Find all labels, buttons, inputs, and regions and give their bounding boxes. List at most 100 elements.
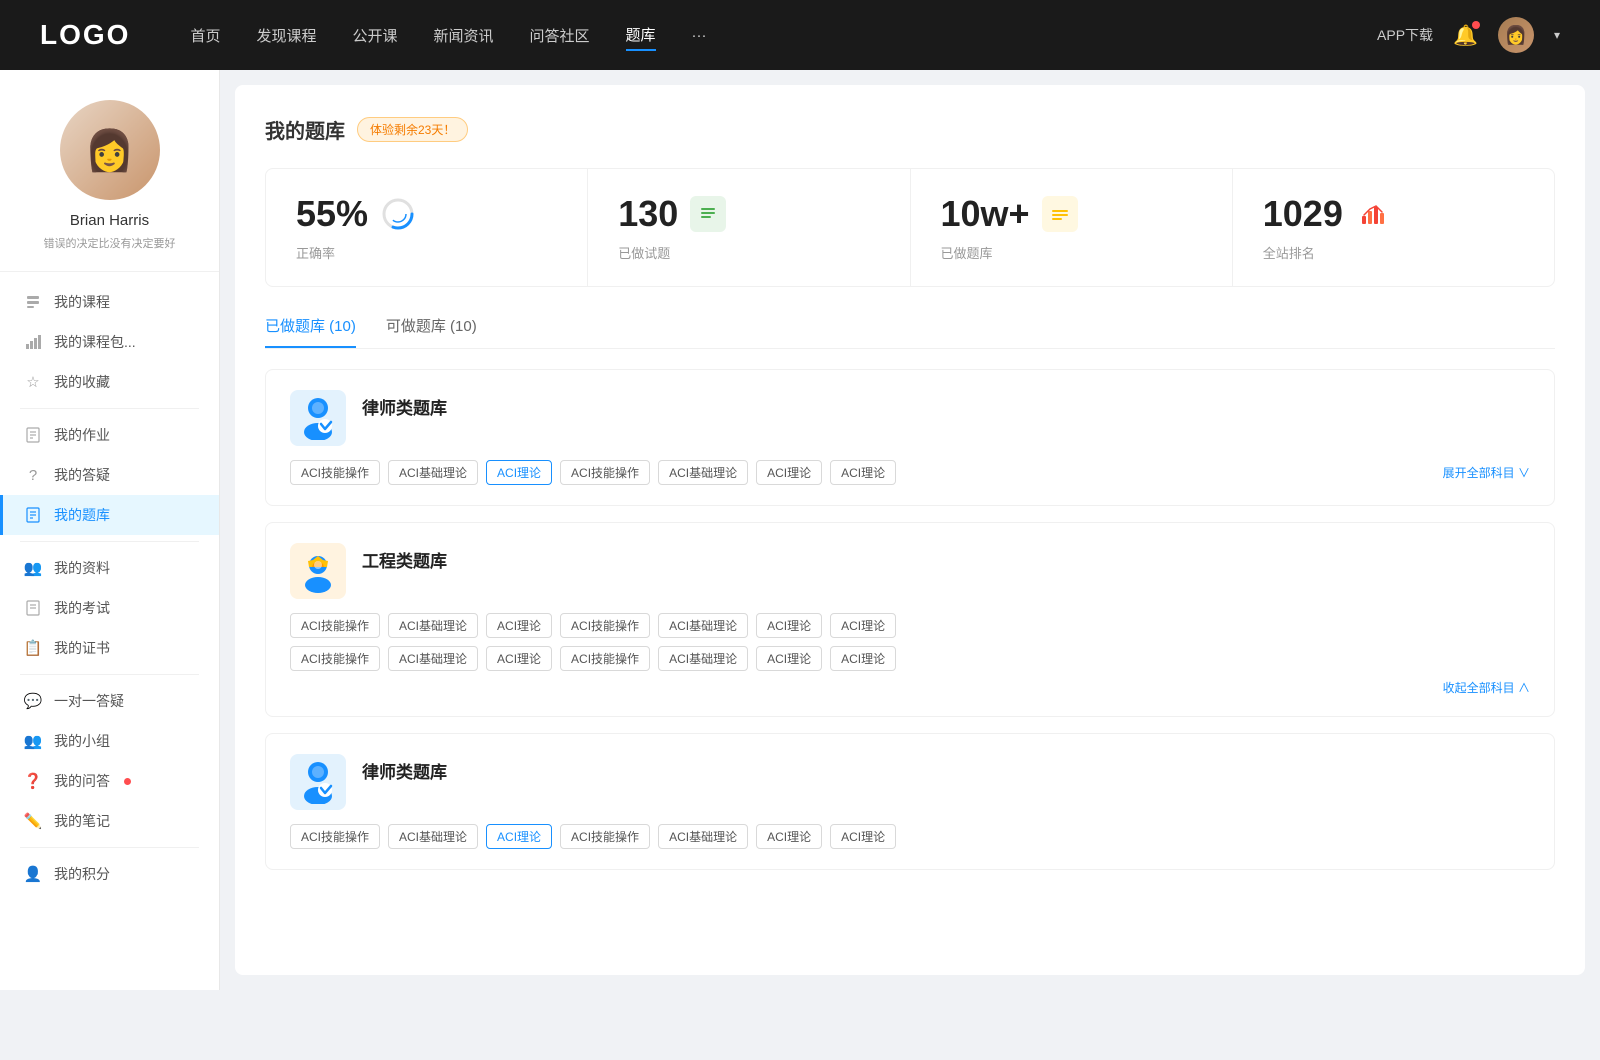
tag[interactable]: ACI理论 (830, 613, 896, 638)
nav-home[interactable]: 首页 (190, 21, 220, 50)
accuracy-chart-icon (380, 196, 416, 232)
qbank-title-1: 律师类题库 (362, 390, 447, 419)
profile-avatar: 👩 (60, 100, 160, 200)
nav-right: APP下载 🔔 👩 ▾ (1377, 17, 1560, 53)
tag[interactable]: ACI技能操作 (290, 613, 380, 638)
expand-link-1[interactable]: 展开全部科目 ∨ (1443, 464, 1530, 481)
sidebar-label-groups: 我的小组 (54, 731, 110, 751)
tag[interactable]: ACI理论 (756, 646, 822, 671)
sidebar-label-points: 我的积分 (54, 864, 110, 884)
sidebar-item-my-qa[interactable]: ❓ 我的问答 (0, 761, 219, 801)
nav-qa[interactable]: 问答社区 (530, 21, 590, 50)
tag[interactable]: ACI基础理论 (388, 613, 478, 638)
sidebar-label-exam: 我的考试 (54, 598, 110, 618)
sidebar-item-homework[interactable]: 我的作业 (0, 415, 219, 455)
profile-data-icon: 👥 (24, 559, 42, 577)
question-bank-icon (24, 506, 42, 524)
qbank-avatar-lawyer-1 (290, 390, 346, 446)
my-qa-icon: ❓ (24, 772, 42, 790)
stat-done-banks: 10w+ 已做题库 (911, 169, 1233, 286)
tag[interactable]: ACI理论 (830, 460, 896, 485)
points-icon: 👤 (24, 865, 42, 883)
sidebar-label-homework: 我的作业 (54, 425, 110, 445)
qbank-item-engineer: 工程类题库 ACI技能操作 ACI基础理论 ACI理论 ACI技能操作 ACI基… (265, 522, 1555, 717)
tag[interactable]: ACI基础理论 (658, 460, 748, 485)
main-content: 我的题库 体验剩余23天！ 55% 正确率 130 (235, 85, 1585, 975)
tab-available-banks[interactable]: 可做题库 (10) (386, 315, 477, 348)
sidebar-item-one-on-one[interactable]: 💬 一对一答疑 (0, 681, 219, 721)
bell-icon[interactable]: 🔔 (1453, 23, 1478, 48)
page-header: 我的题库 体验剩余23天！ (265, 115, 1555, 144)
stats-row: 55% 正确率 130 (265, 168, 1555, 287)
tag[interactable]: ACI技能操作 (560, 646, 650, 671)
nav-more[interactable]: ··· (692, 23, 707, 48)
tag[interactable]: ACI基础理论 (658, 824, 748, 849)
sidebar-item-profile-data[interactable]: 👥 我的资料 (0, 548, 219, 588)
tag[interactable]: ACI理论 (486, 613, 552, 638)
tab-done-banks[interactable]: 已做题库 (10) (265, 315, 356, 348)
layout: 👩 Brian Harris 错误的决定比没有决定要好 我的课程 我的课程包..… (0, 70, 1600, 990)
tag[interactable]: ACI基础理论 (388, 824, 478, 849)
user-dropdown-arrow[interactable]: ▾ (1554, 28, 1560, 42)
sidebar-label-question-bank: 我的题库 (54, 505, 110, 525)
avatar-image: 👩 (1498, 17, 1534, 53)
tag[interactable]: ACI技能操作 (290, 646, 380, 671)
qa-icon: ? (24, 466, 42, 484)
sidebar-item-qa[interactable]: ? 我的答疑 (0, 455, 219, 495)
stat-ranking-row: 1029 (1263, 193, 1524, 235)
sidebar-label-my-qa: 我的问答 (54, 771, 110, 791)
sidebar-item-courses[interactable]: 我的课程 (0, 282, 219, 322)
tag[interactable]: ACI技能操作 (290, 824, 380, 849)
tag[interactable]: ACI理论 (486, 646, 552, 671)
sidebar-label-favorites: 我的收藏 (54, 372, 110, 392)
tag[interactable]: ACI理论 (756, 824, 822, 849)
stat-ranking: 1029 全站排名 (1233, 169, 1554, 286)
tag[interactable]: ACI技能操作 (290, 460, 380, 485)
divider-3 (20, 674, 199, 675)
tag-active[interactable]: ACI理论 (486, 460, 552, 485)
tag[interactable]: ACI基础理论 (658, 613, 748, 638)
tag[interactable]: ACI理论 (756, 613, 822, 638)
ranking-icon (1355, 196, 1391, 232)
collapse-link-engineer[interactable]: 收起全部科目 ∧ (290, 679, 1530, 696)
stat-ranking-value: 1029 (1263, 193, 1343, 235)
tag[interactable]: ACI理论 (756, 460, 822, 485)
profile-section: 👩 Brian Harris 错误的决定比没有决定要好 (0, 100, 219, 272)
sidebar-label-packages: 我的课程包... (54, 332, 136, 352)
courses-icon (24, 293, 42, 311)
tag[interactable]: ACI技能操作 (560, 613, 650, 638)
qbank-tags-engineer-row1: ACI技能操作 ACI基础理论 ACI理论 ACI技能操作 ACI基础理论 AC… (290, 613, 1530, 638)
page-title: 我的题库 (265, 115, 345, 144)
stat-done-questions: 130 已做试题 (588, 169, 910, 286)
divider-2 (20, 541, 199, 542)
profile-motto: 错误的决定比没有决定要好 (44, 235, 176, 251)
tag-active[interactable]: ACI理论 (486, 824, 552, 849)
sidebar-item-packages[interactable]: 我的课程包... (0, 322, 219, 362)
nav-discover[interactable]: 发现课程 (256, 21, 316, 50)
qbank-title-lawyer-2: 律师类题库 (362, 754, 447, 783)
avatar[interactable]: 👩 (1498, 17, 1534, 53)
tag[interactable]: ACI技能操作 (560, 460, 650, 485)
sidebar-item-question-bank[interactable]: 我的题库 (0, 495, 219, 535)
sidebar-item-certificate[interactable]: 📋 我的证书 (0, 628, 219, 668)
tag[interactable]: ACI理论 (830, 646, 896, 671)
tag[interactable]: ACI基础理论 (388, 460, 478, 485)
stat-accuracy-value: 55% (296, 193, 368, 235)
sidebar-item-points[interactable]: 👤 我的积分 (0, 854, 219, 894)
qbank-tags-1: ACI技能操作 ACI基础理论 ACI理论 ACI技能操作 ACI基础理论 AC… (290, 460, 1530, 485)
sidebar-item-groups[interactable]: 👥 我的小组 (0, 721, 219, 761)
qbank-tags-lawyer-2: ACI技能操作 ACI基础理论 ACI理论 ACI技能操作 ACI基础理论 AC… (290, 824, 1530, 849)
tag[interactable]: ACI理论 (830, 824, 896, 849)
sidebar-item-exam[interactable]: 我的考试 (0, 588, 219, 628)
app-download-link[interactable]: APP下载 (1377, 25, 1433, 45)
sidebar-item-favorites[interactable]: ☆ 我的收藏 (0, 362, 219, 402)
nav-news[interactable]: 新闻资讯 (434, 21, 494, 50)
tag[interactable]: ACI基础理论 (658, 646, 748, 671)
nav-question-bank[interactable]: 题库 (626, 20, 656, 51)
done-questions-icon (690, 196, 726, 232)
tag[interactable]: ACI基础理论 (388, 646, 478, 671)
trial-badge: 体验剩余23天！ (357, 117, 468, 142)
nav-open-course[interactable]: 公开课 (352, 21, 397, 50)
tag[interactable]: ACI技能操作 (560, 824, 650, 849)
sidebar-item-notes[interactable]: ✏️ 我的笔记 (0, 801, 219, 841)
